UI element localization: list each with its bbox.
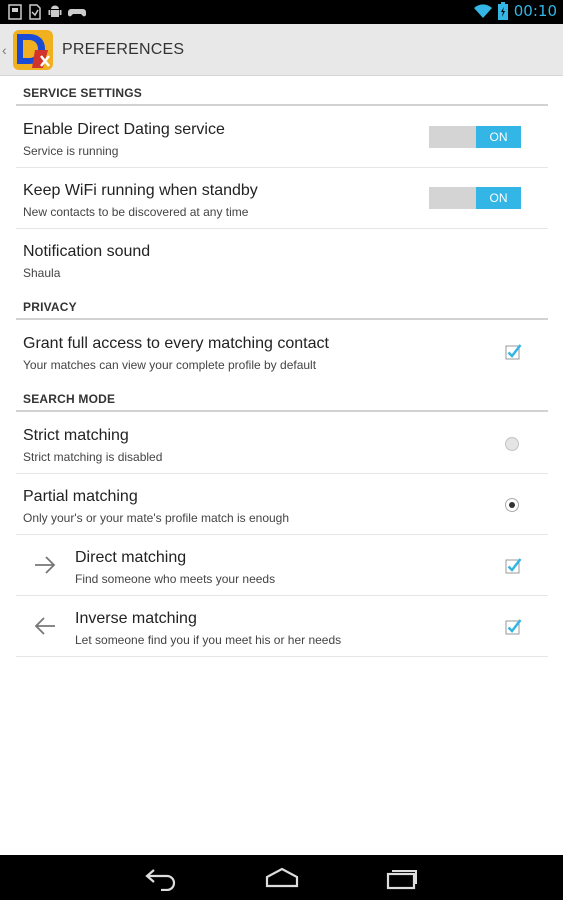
direct-dating-logo[interactable] [11, 28, 55, 72]
status-bar-notifications [8, 4, 86, 20]
pref-title: Partial matching [23, 488, 138, 505]
pref-partial-matching[interactable]: Partial matching Only your's or your mat… [16, 474, 548, 535]
pref-summary: Find someone who meets your needs [75, 572, 276, 586]
document-icon [29, 4, 41, 20]
pref-summary: Service is running [23, 144, 119, 158]
switch-thumb: ON [476, 187, 521, 209]
home-icon[interactable] [262, 865, 302, 891]
arrow-left-icon [34, 617, 55, 635]
status-bar-system: 00:10 [473, 2, 557, 20]
pref-title: Enable Direct Dating service [23, 121, 225, 138]
pref-enable-service[interactable]: Enable Direct Dating service Service is … [16, 107, 548, 168]
pref-grant-access[interactable]: Grant full access to every matching cont… [16, 321, 548, 382]
pref-summary: New contacts to be discovered at any tim… [23, 205, 249, 219]
grant-access-checkbox[interactable] [505, 343, 522, 360]
pref-strict-matching[interactable]: Strict matching Strict matching is disab… [16, 413, 548, 474]
pref-title: Keep WiFi running when standby [23, 182, 258, 199]
inverse-matching-checkbox[interactable] [505, 618, 522, 635]
battery-icon [497, 2, 508, 20]
section-header-service-settings: SERVICE SETTINGS [16, 76, 548, 106]
pref-summary: Your matches can view your complete prof… [23, 358, 317, 372]
android-icon [48, 5, 62, 17]
switch-thumb: ON [476, 126, 521, 148]
section-header-label: SEARCH MODE [23, 392, 116, 406]
section-header-label: PRIVACY [23, 300, 77, 314]
wifi-icon [473, 4, 492, 18]
keep-wifi-switch[interactable]: ON [429, 187, 521, 209]
pref-summary: Let someone find you if you meet his or … [75, 633, 342, 647]
pref-summary: Only your's or your mate's profile match… [23, 511, 290, 525]
gamepad-icon [68, 9, 86, 17]
navigation-bar [0, 855, 563, 900]
partial-matching-radio[interactable] [505, 498, 519, 512]
section-header-label: SERVICE SETTINGS [23, 86, 143, 100]
arrow-right-icon [35, 556, 56, 574]
direct-matching-checkbox[interactable] [505, 557, 522, 574]
action-bar: ‹ PREFERENCES [0, 24, 563, 76]
pref-direct-matching[interactable]: Direct matching Find someone who meets y… [16, 535, 548, 596]
status-bar: 00:10 [0, 0, 563, 24]
recent-apps-icon[interactable] [382, 865, 422, 891]
pref-notification-sound[interactable]: Notification sound Shaula [16, 229, 548, 290]
section-header-search-mode: SEARCH MODE [16, 382, 548, 412]
up-navigation-icon[interactable]: ‹ [2, 42, 7, 58]
pref-title: Direct matching [75, 549, 187, 566]
pref-inverse-matching[interactable]: Inverse matching Let someone find you if… [16, 596, 548, 657]
status-time: 00:10 [513, 2, 557, 20]
pref-title: Inverse matching [75, 610, 197, 627]
enable-service-switch[interactable]: ON [429, 126, 521, 148]
pref-keep-wifi[interactable]: Keep WiFi running when standby New conta… [16, 168, 548, 229]
page-title: PREFERENCES [62, 41, 185, 58]
pref-summary: Strict matching is disabled [23, 450, 163, 464]
pref-title: Strict matching [23, 427, 129, 444]
pref-title: Notification sound [23, 243, 151, 260]
section-header-privacy: PRIVACY [16, 290, 548, 320]
pref-summary: Shaula [23, 266, 61, 280]
strict-matching-radio[interactable] [505, 437, 519, 451]
notification-icon [8, 4, 22, 20]
pref-title: Grant full access to every matching cont… [23, 335, 329, 352]
back-icon[interactable] [142, 865, 182, 891]
